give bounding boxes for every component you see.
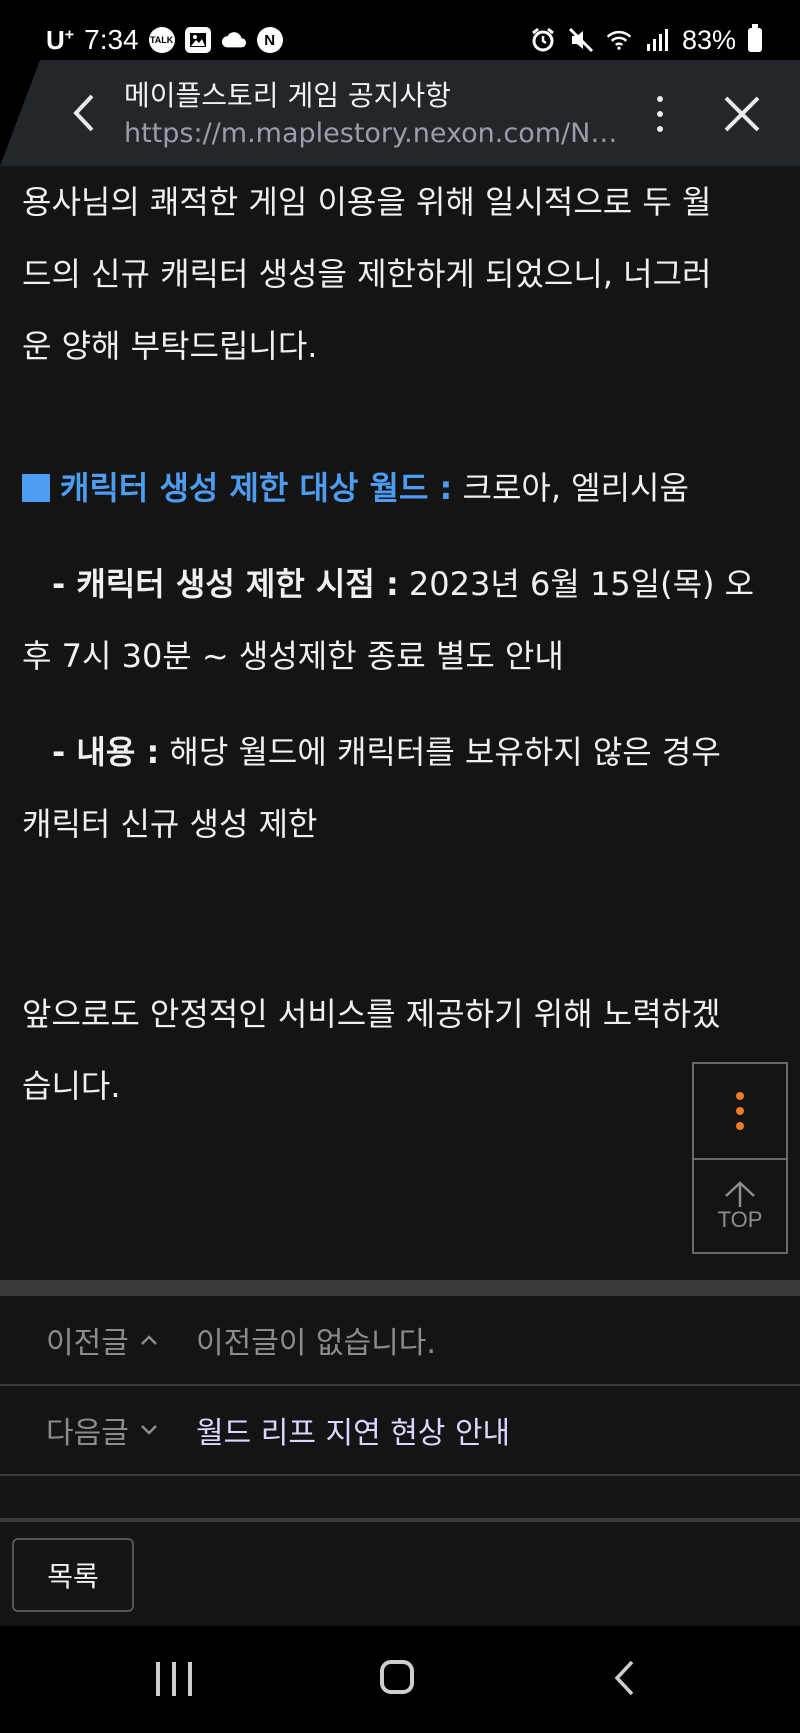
wifi-icon: [606, 27, 632, 53]
next-post-link[interactable]: 월드 리프 지연 현상 안내: [196, 1408, 510, 1452]
signal-icon: [644, 27, 670, 53]
content-label: - 내용 :: [52, 733, 160, 771]
restriction-time-label: - 캐릭터 생성 제한 시점 :: [52, 565, 399, 603]
clock: 7:34: [84, 24, 139, 55]
prev-post-text: 이전글이 없습니다.: [196, 1326, 436, 1361]
content-value: 해당 월드에 캐릭터를 보유하지 않은 경우: [159, 733, 721, 771]
battery-percent: 83%: [681, 24, 736, 55]
close-button[interactable]: [722, 94, 762, 134]
next-post-label: 다음글: [46, 1408, 159, 1452]
closing-line: 앞으로도 안정적인 서비스를 제공하기 위해 노력하겠: [22, 995, 721, 1033]
arrow-up-icon: [725, 1181, 755, 1207]
prev-post-label: 이전글: [46, 1318, 159, 1362]
more-options-button[interactable]: [648, 90, 672, 138]
back-icon: [614, 1660, 634, 1696]
closing-line: 습니다.: [22, 1067, 121, 1105]
cloud-icon: [221, 27, 247, 53]
target-world-line: 캐릭터 생성 제한 대상 월드 : 크로아, 엘리시움: [22, 452, 782, 524]
system-back-button[interactable]: [612, 1658, 636, 1698]
image-icon: [184, 27, 211, 53]
address-area[interactable]: 메이플스토리 게임 공지사항 https://m.maplestory.nexo…: [124, 74, 624, 149]
intro-line: 드의 신규 캐릭터 생성을 제한하게 되었으니, 너그러: [22, 255, 712, 293]
top-label: TOP: [717, 1207, 763, 1232]
next-post-row[interactable]: 다음글 월드 리프 지연 현상 안내: [0, 1386, 800, 1476]
restriction-time-line: - 캐릭터 생성 제한 시점 : 2023년 6월 15일(목) 오: [22, 548, 782, 620]
article-body: 용사님의 쾌적한 게임 이용을 위해 일시적으로 두 월 드의 신규 캐릭터 생…: [22, 166, 782, 1122]
content-cont: 캐릭터 신규 생성 제한: [22, 805, 318, 843]
browser-header: 메이플스토리 게임 공지사항 https://m.maplestory.nexo…: [0, 60, 800, 166]
naver-icon: N: [256, 27, 283, 53]
square-bullet-icon: [22, 474, 50, 502]
content-line: - 내용 : 해당 월드에 캐릭터를 보유하지 않은 경우: [22, 716, 782, 788]
close-icon: [724, 96, 760, 132]
chevron-down-icon: [140, 1425, 157, 1435]
recents-button[interactable]: [156, 1662, 192, 1696]
system-nav-bar: [0, 1626, 800, 1733]
chevron-left-icon: [73, 94, 94, 132]
section-divider: [0, 1518, 800, 1522]
target-world-label: 캐릭터 생성 제한 대상 월드 :: [60, 469, 453, 507]
home-button[interactable]: [380, 1660, 414, 1694]
scroll-top-button[interactable]: TOP: [694, 1160, 786, 1254]
battery-icon: [748, 24, 762, 52]
section-divider: [0, 1280, 800, 1296]
page-url: https://m.maplestory.nexon.com/Ne...: [124, 118, 624, 149]
floating-more-button[interactable]: [694, 1064, 786, 1160]
more-vertical-icon: [736, 1092, 744, 1100]
list-button[interactable]: 목록: [12, 1538, 134, 1612]
prev-post-row: 이전글 이전글이 없습니다.: [0, 1296, 800, 1386]
carrier-label: U+: [46, 24, 75, 55]
more-vertical-icon: [657, 96, 663, 102]
intro-line: 운 양해 부탁드립니다.: [22, 327, 318, 365]
restriction-time-value: 2023년 6월 15일(목) 오: [398, 565, 755, 603]
back-button[interactable]: [66, 88, 102, 138]
talk-icon: TALK: [148, 27, 175, 53]
intro-line: 용사님의 쾌적한 게임 이용을 위해 일시적으로 두 월: [22, 183, 712, 221]
target-world-value: 크로아, 엘리시움: [452, 469, 689, 507]
alarm-icon: [530, 27, 556, 53]
floating-menu: TOP: [692, 1062, 788, 1254]
page-title: 메이플스토리 게임 공지사항: [124, 79, 451, 112]
chevron-up-icon: [140, 1335, 157, 1345]
mute-icon: [568, 27, 594, 53]
restriction-time-cont: 후 7시 30분 ~ 생성제한 종료 별도 안내: [22, 637, 564, 675]
